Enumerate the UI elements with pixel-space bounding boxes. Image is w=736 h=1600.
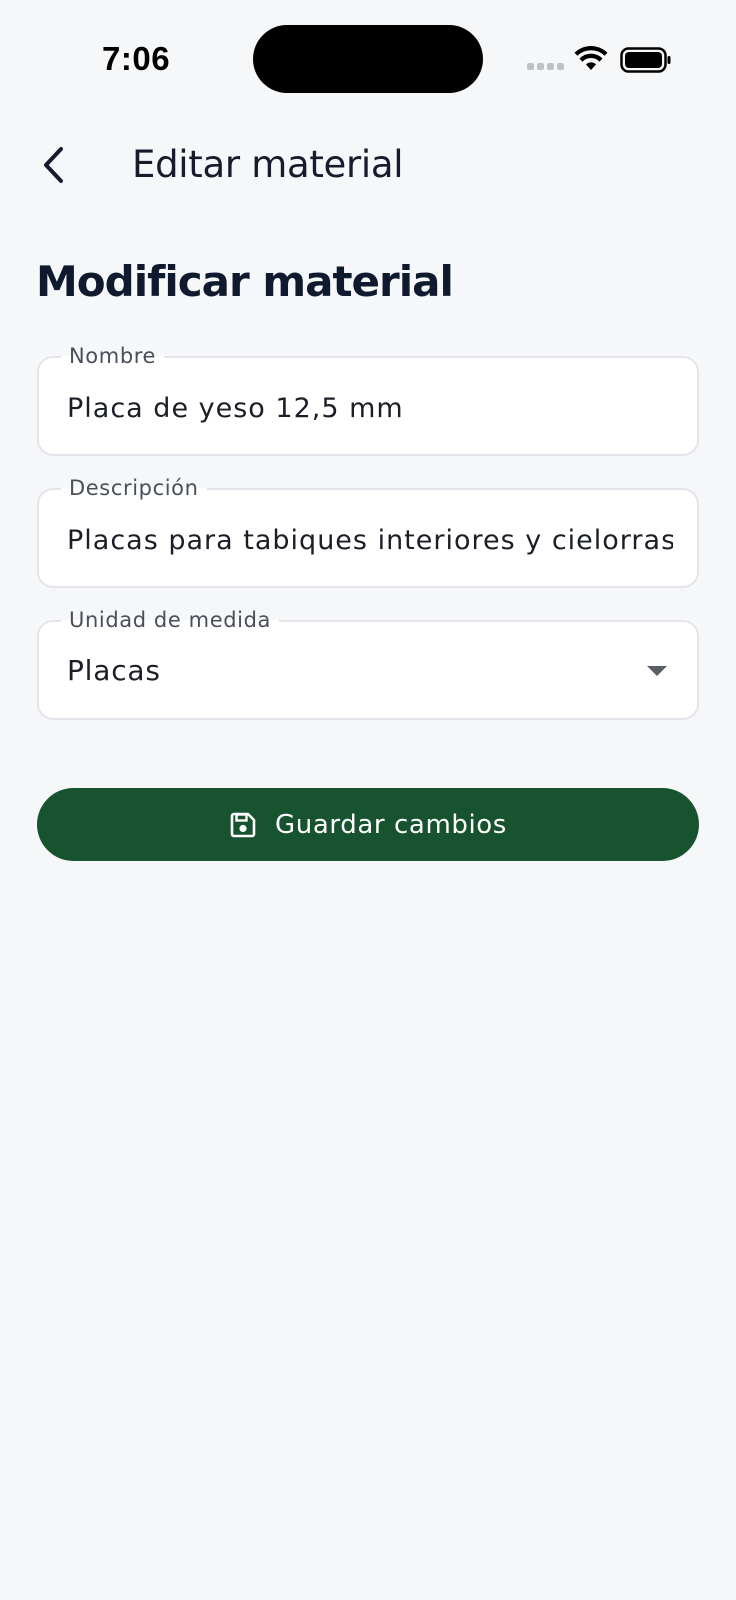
dropdown-arrow-icon[interactable] <box>647 666 667 676</box>
unidad-label: Unidad de medida <box>61 606 279 634</box>
unidad-select[interactable]: Unidad de medida Placas <box>37 606 699 720</box>
save-button-label: Guardar cambios <box>275 809 507 840</box>
app-bar: Editar material <box>0 120 736 210</box>
descripcion-field[interactable]: Descripción <box>37 474 699 588</box>
floppy-disk-icon <box>230 812 256 837</box>
status-bar: 7:06 <box>0 0 736 120</box>
wifi-icon <box>574 46 608 70</box>
back-button[interactable] <box>30 142 76 188</box>
save-button[interactable]: Guardar cambios <box>37 788 699 861</box>
dynamic-island <box>253 25 483 93</box>
nombre-field[interactable]: Nombre <box>37 342 699 456</box>
app-bar-title: Editar material <box>132 143 404 186</box>
descripcion-input[interactable] <box>67 520 673 560</box>
cellular-signal-icon <box>527 63 564 70</box>
nombre-label: Nombre <box>61 342 165 370</box>
chevron-left-icon <box>44 147 63 183</box>
nombre-input[interactable] <box>67 388 673 428</box>
status-time: 7:06 <box>102 40 171 77</box>
descripcion-label: Descripción <box>61 474 207 502</box>
unidad-selected-value: Placas <box>67 654 161 687</box>
page-heading: Modificar material <box>36 257 454 306</box>
battery-icon <box>620 47 671 73</box>
